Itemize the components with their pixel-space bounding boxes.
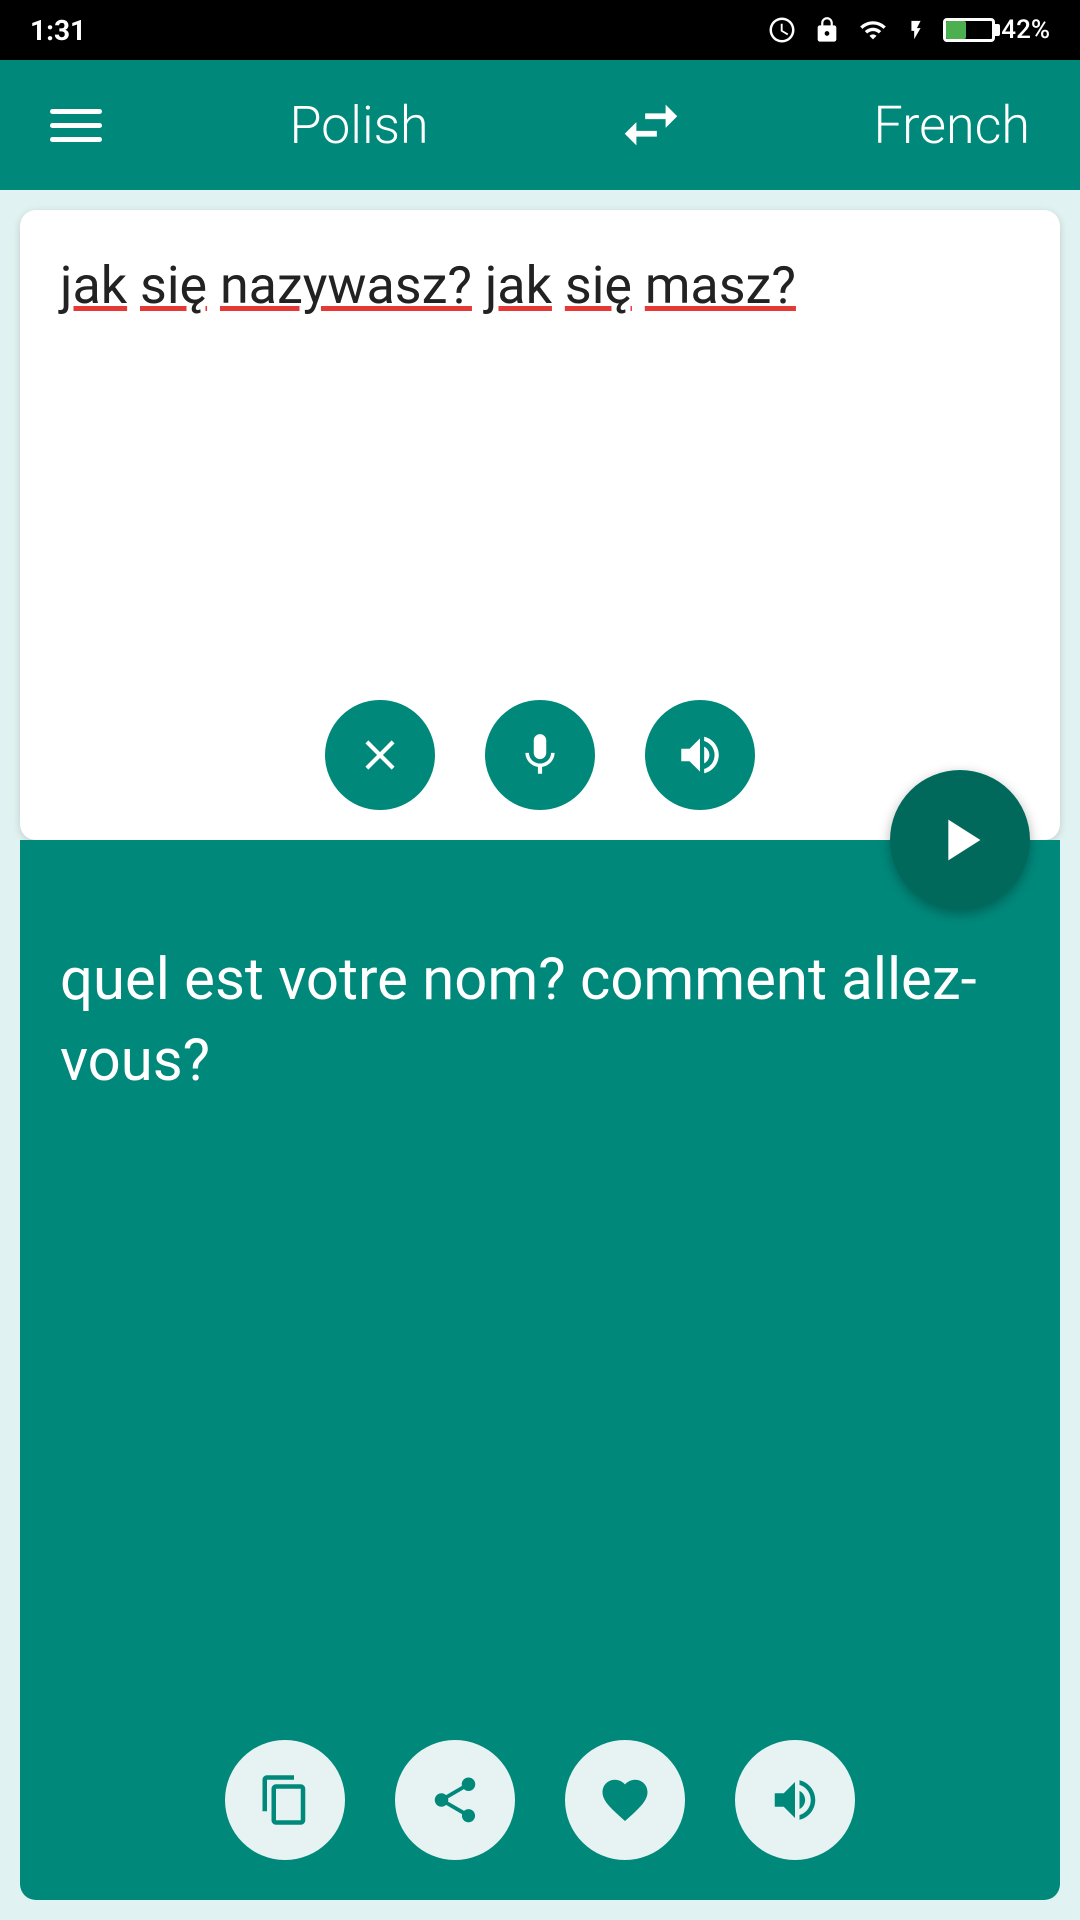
- speak-output-button[interactable]: [735, 1740, 855, 1860]
- main-content: jak się nazywasz? jak się masz?: [0, 190, 1080, 1920]
- favorite-button[interactable]: [565, 1740, 685, 1860]
- status-bar: 1:31 4: [0, 0, 1080, 60]
- output-controls: [60, 1740, 1020, 1860]
- copy-button[interactable]: [225, 1740, 345, 1860]
- input-text[interactable]: jak się nazywasz? jak się masz?: [60, 250, 1020, 670]
- mic-button[interactable]: [485, 700, 595, 810]
- output-text: quel est votre nom? comment allez-vous?: [60, 940, 1020, 1102]
- status-time: 1:31: [30, 14, 86, 47]
- source-language[interactable]: Polish: [289, 95, 428, 156]
- word-masz: masz?: [645, 255, 796, 316]
- clear-button[interactable]: [325, 700, 435, 810]
- word-sie2: się: [565, 255, 632, 316]
- alarm-icon: [767, 15, 797, 45]
- status-icons: 42%: [767, 15, 1050, 45]
- target-language[interactable]: French: [873, 95, 1029, 156]
- word-nazywasz: nazywasz?: [220, 255, 472, 316]
- lock-icon: [813, 16, 841, 44]
- nav-bar: Polish French: [0, 60, 1080, 190]
- word-sie1: się: [140, 255, 207, 316]
- share-button[interactable]: [395, 1740, 515, 1860]
- output-section: quel est votre nom? comment allez-vous?: [20, 840, 1060, 1900]
- battery-percent: 42%: [1001, 15, 1050, 45]
- swap-languages-button[interactable]: [616, 90, 686, 160]
- signal-icon: [857, 16, 889, 44]
- input-controls: [60, 700, 1020, 810]
- charging-icon: [905, 16, 927, 44]
- translate-button[interactable]: [890, 770, 1030, 910]
- word-jak2: jak: [485, 255, 552, 316]
- battery-indicator: 42%: [943, 15, 1050, 45]
- menu-button[interactable]: [50, 109, 102, 142]
- speak-input-button[interactable]: [645, 700, 755, 810]
- word-jak1: jak: [60, 255, 127, 316]
- input-section: jak się nazywasz? jak się masz?: [20, 210, 1060, 840]
